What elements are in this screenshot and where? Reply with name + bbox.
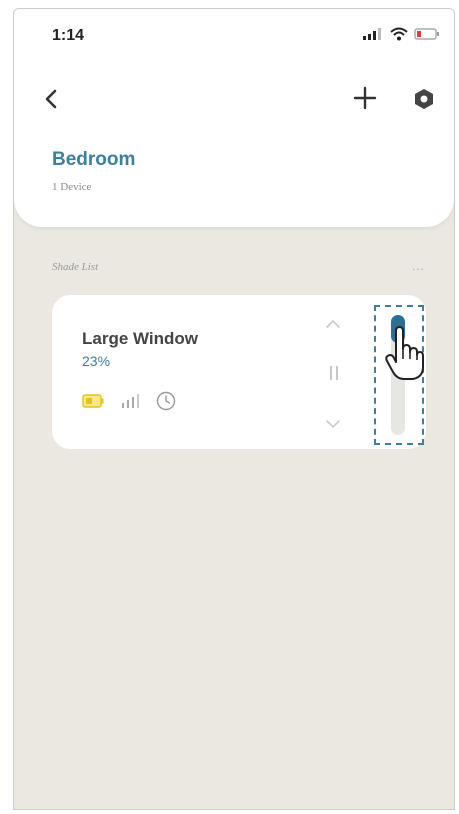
shade-card[interactable]: Large Window 23% (52, 295, 426, 449)
chevron-left-icon[interactable] (40, 87, 64, 111)
pause-icon[interactable] (328, 365, 340, 381)
device-count: 1 Device (52, 181, 92, 193)
settings-icon[interactable] (412, 87, 436, 111)
shade-position: 23% (82, 353, 111, 369)
schedule-clock-icon[interactable] (156, 391, 176, 411)
phone-screen: 1:14 Bedroom 1 Device Shade List ... Lar… (13, 8, 455, 810)
shade-status-icons (82, 391, 176, 411)
room-title: Bedroom (52, 149, 136, 170)
shade-name: Large Window (82, 329, 199, 348)
close-down-icon[interactable] (324, 417, 342, 431)
cellular-signal-icon (363, 28, 381, 40)
signal-strength-icon (122, 394, 139, 408)
open-up-icon[interactable] (324, 317, 342, 331)
battery-icon (82, 394, 104, 408)
status-time: 1:14 (52, 27, 85, 44)
room-header-card: 1:14 Bedroom 1 Device (14, 9, 454, 227)
shade-list-label: Shade List (52, 261, 99, 273)
pointing-hand-icon (385, 326, 424, 380)
status-icons (362, 27, 440, 41)
more-options-button[interactable]: ... (412, 259, 425, 273)
battery-low-icon (414, 28, 439, 40)
wifi-icon (390, 27, 408, 41)
plus-icon[interactable] (352, 85, 378, 111)
